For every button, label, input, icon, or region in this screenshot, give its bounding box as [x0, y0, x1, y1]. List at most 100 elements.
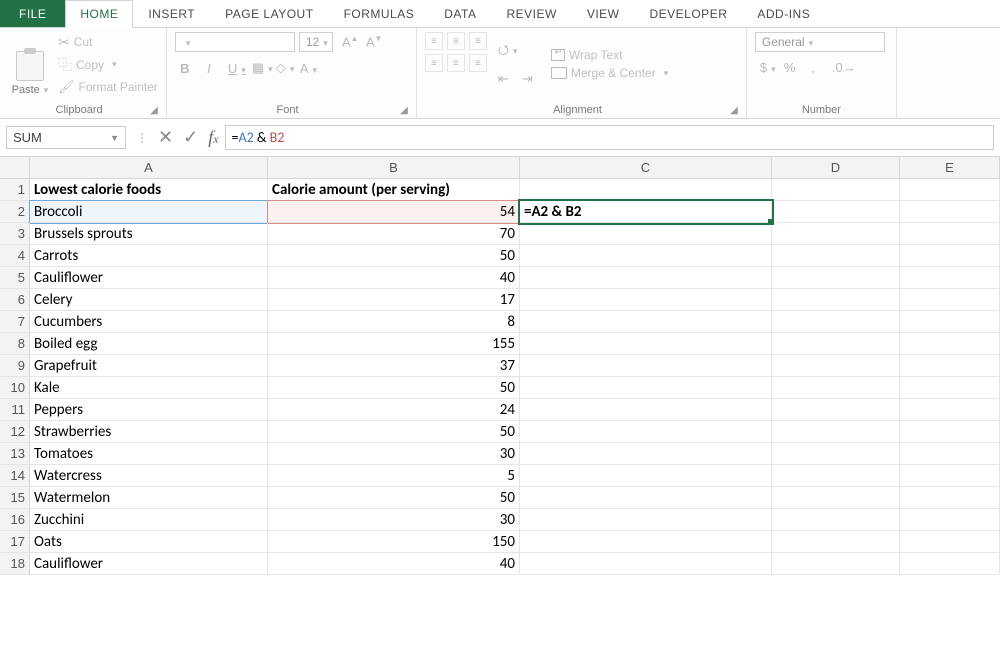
tab-insert[interactable]: INSERT — [133, 0, 210, 27]
row-header-13[interactable]: 13 — [0, 443, 30, 465]
font-name-select[interactable] — [175, 32, 295, 52]
format-painter-button[interactable]: Format Painter — [58, 79, 158, 95]
tab-developer[interactable]: DEVELOPER — [635, 0, 743, 27]
cell-A16[interactable]: Zucchini — [30, 509, 268, 531]
cell-D9[interactable] — [772, 355, 900, 377]
tab-review[interactable]: REVIEW — [491, 0, 571, 27]
cell-E12[interactable] — [900, 421, 1000, 443]
decrease-font-button[interactable]: A▼ — [361, 32, 381, 51]
comma-format-button[interactable]: , — [803, 58, 823, 77]
row-header-6[interactable]: 6 — [0, 289, 30, 311]
spreadsheet-grid[interactable]: ABCDE 1Lowest calorie foodsCalorie amoun… — [0, 157, 1000, 575]
cell-B8[interactable]: 155 — [268, 333, 520, 355]
insert-function-icon[interactable]: fx — [208, 127, 218, 148]
cut-button[interactable]: Cut — [58, 34, 158, 51]
copy-button[interactable]: Copy — [58, 55, 158, 75]
cell-B1[interactable]: Calorie amount (per serving) — [268, 179, 520, 201]
cell-B15[interactable]: 50 — [268, 487, 520, 509]
cell-E14[interactable] — [900, 465, 1000, 487]
cell-C12[interactable] — [520, 421, 772, 443]
cell-C15[interactable] — [520, 487, 772, 509]
cell-E7[interactable] — [900, 311, 1000, 333]
cell-B4[interactable]: 50 — [268, 245, 520, 267]
cell-A7[interactable]: Cucumbers — [30, 311, 268, 333]
cell-D5[interactable] — [772, 267, 900, 289]
accounting-format-button[interactable]: $ — [755, 58, 775, 77]
cell-D4[interactable] — [772, 245, 900, 267]
cell-B7[interactable]: 8 — [268, 311, 520, 333]
cell-C11[interactable] — [520, 399, 772, 421]
cell-B2[interactable]: 54 — [268, 201, 520, 223]
cell-D3[interactable] — [772, 223, 900, 245]
cell-C1[interactable] — [520, 179, 772, 201]
cell-C13[interactable] — [520, 443, 772, 465]
italic-button[interactable]: I — [199, 59, 219, 78]
row-header-15[interactable]: 15 — [0, 487, 30, 509]
fill-color-button[interactable]: ◇ — [271, 58, 291, 78]
cell-A1[interactable]: Lowest calorie foods — [30, 179, 268, 201]
tab-page-layout[interactable]: PAGE LAYOUT — [210, 0, 328, 27]
tab-view[interactable]: VIEW — [572, 0, 635, 27]
cell-C9[interactable] — [520, 355, 772, 377]
number-format-select[interactable]: General — [755, 32, 885, 52]
cell-C5[interactable] — [520, 267, 772, 289]
cell-C18[interactable] — [520, 553, 772, 575]
tab-formulas[interactable]: FORMULAS — [329, 0, 430, 27]
align-bottom-left[interactable]: ≡ — [425, 54, 443, 72]
cell-D2[interactable] — [772, 201, 900, 223]
cell-A18[interactable]: Cauliflower — [30, 553, 268, 575]
formula-input[interactable]: =A2 & B2 — [225, 125, 994, 150]
cell-C4[interactable] — [520, 245, 772, 267]
cell-E11[interactable] — [900, 399, 1000, 421]
cell-B3[interactable]: 70 — [268, 223, 520, 245]
cell-E6[interactable] — [900, 289, 1000, 311]
cell-E16[interactable] — [900, 509, 1000, 531]
align-bottom-center[interactable]: ≡ — [447, 54, 465, 72]
cell-D6[interactable] — [772, 289, 900, 311]
cell-A9[interactable]: Grapefruit — [30, 355, 268, 377]
merge-center-button[interactable]: Merge & Center — [551, 66, 668, 80]
tab-file[interactable]: FILE — [0, 0, 65, 27]
cell-D1[interactable] — [772, 179, 900, 201]
alignment-launcher[interactable]: ◢ — [730, 105, 738, 116]
cell-E15[interactable] — [900, 487, 1000, 509]
cell-C8[interactable] — [520, 333, 772, 355]
cell-B17[interactable]: 150 — [268, 531, 520, 553]
row-header-12[interactable]: 12 — [0, 421, 30, 443]
select-all-corner[interactable] — [0, 157, 30, 179]
increase-font-button[interactable]: A▲ — [337, 32, 357, 51]
row-header-1[interactable]: 1 — [0, 179, 30, 201]
cell-D8[interactable] — [772, 333, 900, 355]
name-box[interactable]: SUM ▼ — [6, 126, 126, 149]
increase-decimal-button[interactable]: .0→ — [827, 58, 847, 77]
column-header-A[interactable]: A — [30, 157, 268, 179]
row-header-18[interactable]: 18 — [0, 553, 30, 575]
cell-B18[interactable]: 40 — [268, 553, 520, 575]
cell-A2[interactable]: Broccoli — [30, 201, 268, 223]
cancel-formula-icon[interactable]: ✕ — [158, 127, 173, 148]
cell-C6[interactable] — [520, 289, 772, 311]
cell-D7[interactable] — [772, 311, 900, 333]
paste-button[interactable]: Paste — [8, 32, 52, 96]
cell-A8[interactable]: Boiled egg — [30, 333, 268, 355]
cell-C16[interactable] — [520, 509, 772, 531]
cell-B16[interactable]: 30 — [268, 509, 520, 531]
bold-button[interactable]: B — [175, 59, 195, 78]
cell-D11[interactable] — [772, 399, 900, 421]
row-header-16[interactable]: 16 — [0, 509, 30, 531]
row-header-2[interactable]: 2 — [0, 201, 30, 223]
cell-D16[interactable] — [772, 509, 900, 531]
font-size-select[interactable]: 12 — [299, 32, 333, 52]
cell-E13[interactable] — [900, 443, 1000, 465]
cell-A17[interactable]: Oats — [30, 531, 268, 553]
cell-A13[interactable]: Tomatoes — [30, 443, 268, 465]
cell-B6[interactable]: 17 — [268, 289, 520, 311]
cell-E9[interactable] — [900, 355, 1000, 377]
cell-D15[interactable] — [772, 487, 900, 509]
wrap-text-button[interactable]: Wrap Text — [551, 48, 668, 62]
cell-B9[interactable]: 37 — [268, 355, 520, 377]
border-button[interactable]: ▦ — [247, 58, 267, 78]
cell-A15[interactable]: Watermelon — [30, 487, 268, 509]
cell-C14[interactable] — [520, 465, 772, 487]
cell-D12[interactable] — [772, 421, 900, 443]
